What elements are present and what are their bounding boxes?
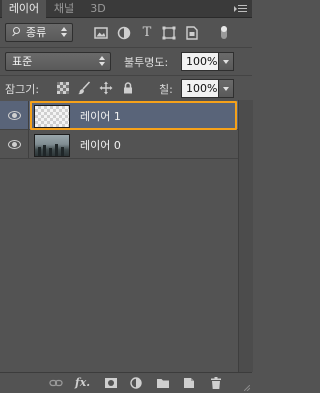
fill-label: 칠: — [159, 83, 173, 96]
opacity-input[interactable]: 100% — [181, 52, 219, 71]
type-layer-filter-icon[interactable]: T — [139, 25, 155, 41]
fill-value: 100% — [186, 82, 218, 95]
lock-position-icon[interactable] — [99, 81, 113, 95]
new-group-icon[interactable] — [156, 376, 170, 390]
eye-icon[interactable] — [8, 139, 21, 149]
scrollbar[interactable] — [238, 100, 253, 372]
layer-row[interactable]: 레이어 1 — [0, 101, 238, 130]
layer-name[interactable]: 레이어 0 — [80, 137, 121, 153]
fill-slider-arrow-icon[interactable] — [218, 79, 234, 98]
lock-row: 잠그기: 칠: 100% — [0, 76, 252, 100]
tab-layers[interactable]: 레이어 — [2, 0, 46, 18]
lock-transparent-pixels-icon[interactable] — [57, 82, 69, 94]
layer-list: 레이어 1 레이어 0 — [0, 100, 252, 372]
blend-mode-value: 표준 — [12, 55, 33, 68]
search-icon — [11, 27, 20, 38]
fill-input[interactable]: 100% — [181, 79, 219, 98]
panel-tab-bar: 레이어 채널 3D — [0, 0, 252, 18]
panel-footer: fx. — [0, 372, 252, 393]
layer-thumbnail — [34, 105, 70, 128]
divider — [28, 130, 29, 159]
updown-arrows-icon — [99, 55, 106, 68]
divider — [28, 101, 29, 130]
layer-name[interactable]: 레이어 1 — [80, 108, 121, 124]
shape-layer-filter-icon[interactable] — [161, 25, 177, 41]
adjustment-layer-filter-icon[interactable] — [116, 25, 132, 41]
lock-image-pixels-icon[interactable] — [77, 81, 91, 95]
tab-3d[interactable]: 3D — [84, 0, 112, 17]
filter-kind-dropdown[interactable]: 종류 — [5, 23, 73, 42]
divider — [0, 158, 238, 159]
link-layers-icon[interactable] — [49, 376, 63, 390]
resize-grip-icon[interactable] — [244, 385, 250, 391]
new-layer-icon[interactable] — [182, 376, 196, 390]
layers-panel: 레이어 채널 3D 종류 T 표준 불투명도: 100% 잠그기: 칠: 100… — [0, 0, 253, 393]
opacity-label: 불투명도: — [124, 56, 169, 69]
updown-arrows-icon — [61, 26, 68, 39]
filter-kind-value: 종류 — [26, 26, 47, 39]
layer-style-icon[interactable]: fx. — [75, 376, 90, 390]
filter-toggle-switch[interactable] — [221, 26, 227, 39]
blend-mode-dropdown[interactable]: 표준 — [5, 52, 111, 71]
adjustment-layer-icon[interactable] — [129, 376, 143, 390]
tab-channels[interactable]: 채널 — [48, 0, 80, 17]
layer-thumbnail — [34, 134, 70, 157]
pixel-layer-filter-icon[interactable] — [93, 25, 109, 41]
panel-menu-icon[interactable] — [234, 3, 248, 14]
layer-row[interactable]: 레이어 0 — [0, 130, 238, 159]
add-mask-icon[interactable] — [104, 376, 118, 390]
lock-label: 잠그기: — [5, 83, 40, 96]
layer-filter-row: 종류 T — [0, 19, 252, 46]
blend-row: 표준 불투명도: 100% — [0, 48, 252, 74]
opacity-slider-arrow-icon[interactable] — [218, 52, 234, 71]
delete-layer-icon[interactable] — [209, 376, 223, 390]
opacity-value: 100% — [186, 55, 218, 68]
smart-object-filter-icon[interactable] — [184, 25, 200, 41]
eye-icon[interactable] — [8, 110, 21, 120]
lock-all-icon[interactable] — [121, 81, 135, 95]
